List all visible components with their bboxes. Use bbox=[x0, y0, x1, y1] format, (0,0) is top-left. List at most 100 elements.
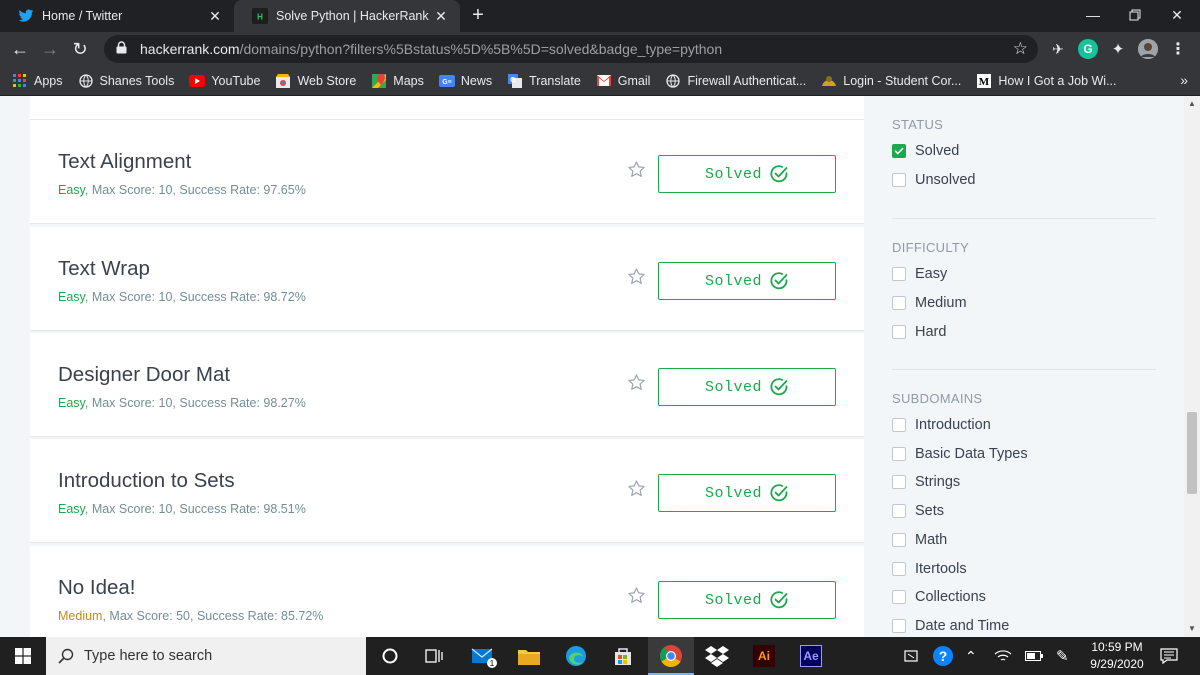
extension-plane-icon[interactable]: ✈ bbox=[1048, 39, 1068, 59]
illustrator-icon[interactable]: Ai bbox=[750, 642, 778, 670]
tab-hackerrank[interactable]: H Solve Python | HackerRank ✕ bbox=[234, 0, 460, 32]
filter-option-math[interactable]: Math bbox=[892, 532, 947, 548]
system-clock[interactable]: 10:59 PM 9/29/2020 bbox=[1080, 639, 1154, 673]
taskbar-search-input[interactable]: Type here to search bbox=[46, 637, 366, 675]
bookmark-star-icon[interactable] bbox=[627, 160, 647, 180]
tab-twitter[interactable]: Home / Twitter ✕ bbox=[0, 0, 234, 32]
tablet-mode-icon[interactable] bbox=[903, 637, 919, 675]
back-arrow-icon[interactable]: ← bbox=[8, 37, 32, 61]
scroll-up-icon[interactable]: ▲ bbox=[1184, 99, 1200, 108]
filter-option-sets[interactable]: Sets bbox=[892, 503, 944, 519]
checkbox-icon[interactable] bbox=[892, 296, 906, 310]
filter-option-medium[interactable]: Medium bbox=[892, 295, 967, 311]
dropbox-icon[interactable] bbox=[703, 642, 731, 670]
bookmark-item[interactable]: YouTube bbox=[189, 73, 260, 89]
show-hidden-icons-icon[interactable]: ⌃ bbox=[965, 637, 977, 675]
pen-icon[interactable]: ✎ bbox=[1056, 637, 1069, 675]
battery-icon[interactable] bbox=[1025, 637, 1043, 675]
bookmark-star-icon[interactable] bbox=[627, 586, 647, 606]
file-explorer-icon[interactable] bbox=[515, 642, 543, 670]
minimize-icon[interactable]: — bbox=[1070, 0, 1116, 32]
challenge-card[interactable]: Text Wrap Easy, Max Score: 10, Success Ra… bbox=[30, 227, 864, 331]
checkbox-icon[interactable] bbox=[892, 532, 906, 547]
bookmark-item[interactable]: Login - Student Cor... bbox=[821, 73, 961, 89]
checkbox-icon[interactable] bbox=[892, 504, 906, 519]
checkbox-icon[interactable] bbox=[892, 618, 906, 633]
page-scrollbar[interactable]: ▲ ▼ bbox=[1184, 96, 1200, 637]
notifications-icon[interactable] bbox=[1160, 637, 1178, 675]
challenge-name[interactable]: Text Alignment bbox=[58, 150, 191, 174]
challenge-card[interactable]: Text Alignment Easy, Max Score: 10, Succe… bbox=[30, 120, 864, 224]
filter-option-itertools[interactable]: Itertools bbox=[892, 561, 967, 577]
checkbox-icon[interactable] bbox=[892, 446, 906, 461]
challenge-name[interactable]: No Idea! bbox=[58, 576, 136, 600]
challenge-name[interactable]: Designer Door Mat bbox=[58, 363, 230, 387]
menu-kebab-icon[interactable]: ⋮ bbox=[1168, 39, 1188, 59]
checkbox-icon[interactable] bbox=[892, 325, 906, 339]
bookmark-item[interactable]: Shanes Tools bbox=[78, 73, 174, 89]
bookmark-item[interactable]: Maps bbox=[371, 73, 424, 89]
task-view-icon[interactable] bbox=[420, 642, 448, 670]
checkbox-icon[interactable] bbox=[892, 267, 906, 281]
filter-option-introduction[interactable]: Introduction bbox=[892, 417, 991, 433]
avatar[interactable] bbox=[1138, 39, 1158, 59]
wifi-icon[interactable] bbox=[994, 637, 1012, 675]
filter-option-solved[interactable]: Solved bbox=[892, 143, 959, 159]
bookmark-star-icon[interactable] bbox=[627, 479, 647, 499]
challenge-card[interactable]: No Idea! Medium, Max Score: 50, Success R… bbox=[30, 546, 864, 637]
challenge-name[interactable]: Introduction to Sets bbox=[58, 469, 235, 493]
checkbox-icon[interactable] bbox=[892, 475, 906, 490]
checkbox-checked-icon[interactable] bbox=[892, 144, 906, 158]
challenge-name[interactable]: Text Wrap bbox=[58, 257, 150, 281]
solved-button[interactable]: Solved bbox=[658, 474, 836, 512]
forward-arrow-icon[interactable]: → bbox=[38, 37, 62, 61]
solved-button[interactable]: Solved bbox=[658, 581, 836, 619]
solved-button[interactable]: Solved bbox=[658, 262, 836, 300]
bookmark-item[interactable]: G Translate bbox=[507, 73, 581, 89]
scrollbar-thumb[interactable] bbox=[1187, 412, 1197, 494]
checkbox-icon[interactable] bbox=[892, 561, 906, 576]
cortana-icon[interactable] bbox=[376, 642, 404, 670]
mail-icon[interactable]: 1 bbox=[470, 642, 498, 670]
filter-option-strings[interactable]: Strings bbox=[892, 474, 960, 490]
checkbox-icon[interactable] bbox=[892, 173, 906, 187]
edge-icon[interactable] bbox=[562, 642, 590, 670]
bookmark-star-icon[interactable]: ☆ bbox=[1013, 39, 1028, 59]
filter-option-easy[interactable]: Easy bbox=[892, 266, 947, 282]
new-tab-button[interactable]: + bbox=[466, 4, 490, 28]
bookmarks-overflow-icon[interactable]: » bbox=[1180, 72, 1188, 88]
filter-option-hard[interactable]: Hard bbox=[892, 324, 946, 340]
bookmark-item[interactable]: Apps bbox=[12, 73, 63, 89]
filter-option-basic-data-types[interactable]: Basic Data Types bbox=[892, 446, 1028, 462]
challenge-card[interactable]: Designer Door Mat Easy, Max Score: 10, Su… bbox=[30, 333, 864, 437]
extensions-puzzle-icon[interactable]: ✦ bbox=[1108, 39, 1128, 59]
bookmark-item[interactable]: G≡ News bbox=[438, 73, 492, 89]
close-tab-icon[interactable]: ✕ bbox=[206, 8, 224, 25]
bookmark-item[interactable]: M How I Got a Job Wi... bbox=[976, 73, 1116, 89]
checkbox-icon[interactable] bbox=[892, 590, 906, 605]
help-icon[interactable]: ? bbox=[932, 637, 954, 675]
checkbox-icon[interactable] bbox=[892, 418, 906, 432]
bookmark-item[interactable]: Firewall Authenticat... bbox=[665, 73, 806, 89]
bookmark-item[interactable]: Web Store bbox=[275, 73, 356, 89]
windows-start-icon[interactable] bbox=[0, 637, 46, 675]
after-effects-icon[interactable]: Ae bbox=[797, 642, 825, 670]
reload-icon[interactable]: ↻ bbox=[68, 37, 92, 61]
filter-option-unsolved[interactable]: Unsolved bbox=[892, 172, 975, 188]
bookmark-star-icon[interactable] bbox=[627, 373, 647, 393]
bookmark-star-icon[interactable] bbox=[627, 267, 647, 287]
filter-option-date-and-time[interactable]: Date and Time bbox=[892, 618, 1009, 634]
challenge-card[interactable]: Introduction to Sets Easy, Max Score: 10,… bbox=[30, 439, 864, 543]
address-bar[interactable]: hackerrank.com/domains/python?filters%5B… bbox=[104, 35, 1038, 63]
solved-button[interactable]: Solved bbox=[658, 368, 836, 406]
grammarly-icon[interactable]: G bbox=[1078, 39, 1098, 59]
solved-button[interactable]: Solved bbox=[658, 155, 836, 193]
microsoft-store-icon[interactable] bbox=[609, 642, 637, 670]
close-tab-icon[interactable]: ✕ bbox=[432, 8, 450, 25]
chrome-icon[interactable] bbox=[657, 642, 685, 670]
scroll-down-icon[interactable]: ▼ bbox=[1184, 624, 1200, 633]
bookmark-item[interactable]: Gmail bbox=[596, 73, 650, 89]
restore-icon[interactable] bbox=[1112, 0, 1158, 32]
close-window-icon[interactable]: ✕ bbox=[1154, 0, 1200, 32]
filter-option-collections[interactable]: Collections bbox=[892, 589, 986, 605]
